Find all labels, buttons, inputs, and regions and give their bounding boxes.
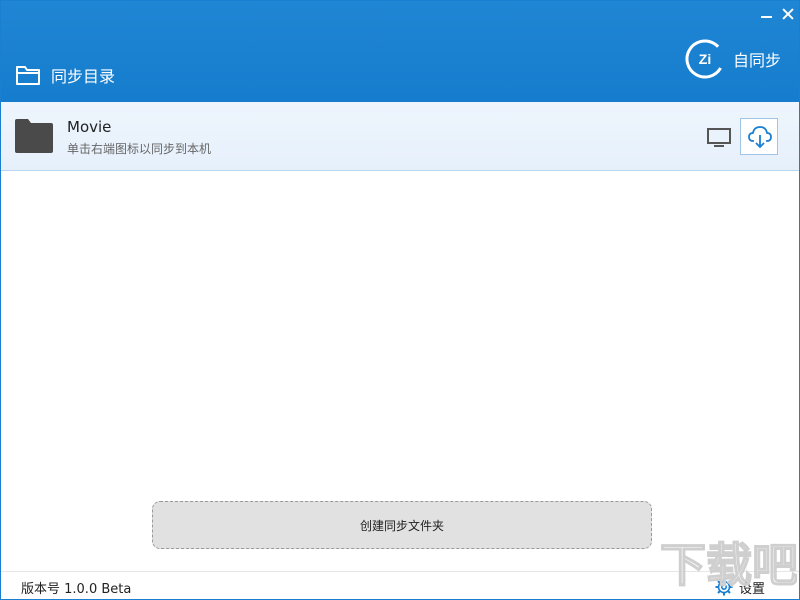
- header-bar: 同步目录 Zi 自同步: [1, 1, 799, 102]
- folder-outline-icon: [16, 66, 40, 85]
- minimize-button[interactable]: [755, 3, 777, 25]
- close-button[interactable]: [777, 3, 799, 25]
- cloud-download-icon: [748, 126, 772, 149]
- settings-button[interactable]: 设置: [715, 577, 765, 597]
- monitor-icon: [707, 128, 731, 147]
- app-logo-icon: Zi: [685, 39, 725, 79]
- folder-icon: [15, 119, 53, 153]
- folder-row[interactable]: Movie 单击右端图标以同步到本机: [1, 102, 799, 171]
- gear-icon: [715, 578, 733, 596]
- sync-download-button[interactable]: [740, 118, 778, 155]
- settings-label: 设置: [739, 581, 766, 597]
- sync-directory-button[interactable]: 同步目录: [15, 61, 115, 89]
- app-window: 同步目录 Zi 自同步 Movie 单击右端图标以同步到本机 创建同步文件夹 版…: [0, 0, 800, 600]
- brand: Zi 自同步: [685, 39, 781, 79]
- app-logo-text: Zi: [699, 51, 711, 67]
- status-bar: 版本号 1.0.0 Beta 设置: [1, 571, 799, 599]
- local-computer-button[interactable]: [705, 125, 733, 151]
- folder-name: Movie: [67, 118, 112, 136]
- create-sync-folder-button[interactable]: 创建同步文件夹: [152, 501, 652, 549]
- sync-directory-label: 同步目录: [51, 67, 116, 86]
- version-label: 版本号 1.0.0 Beta: [21, 582, 132, 597]
- brand-label: 自同步: [733, 51, 782, 70]
- folder-hint: 单击右端图标以同步到本机: [67, 142, 212, 156]
